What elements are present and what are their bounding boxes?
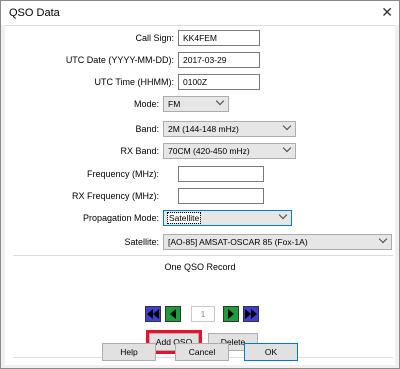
chevron-down-icon bbox=[282, 144, 292, 153]
chevron-down-icon bbox=[378, 235, 388, 244]
previous-record-icon[interactable] bbox=[165, 306, 181, 322]
rx-band-label: RX Band: bbox=[120, 146, 159, 156]
rx-band-select[interactable]: 70CM (420-450 mHz) bbox=[163, 143, 296, 159]
arrow-right-icon bbox=[251, 309, 257, 319]
next-record-icon[interactable] bbox=[223, 306, 239, 322]
rx-frequency-label: RX Frequency (MHz): bbox=[71, 191, 159, 201]
utc-time-input[interactable]: 0100Z bbox=[178, 74, 260, 90]
call-sign-input[interactable]: KK4FEM bbox=[178, 30, 260, 46]
rx-band-value: 70CM (420-450 mHz) bbox=[168, 146, 250, 156]
utc-date-label: UTC Date (YYYY-MM-DD): bbox=[65, 55, 174, 65]
chevron-down-icon bbox=[215, 97, 225, 106]
propagation-mode-select[interactable]: Satellite bbox=[163, 210, 292, 226]
arrow-right-icon bbox=[228, 309, 234, 319]
arrow-left-icon bbox=[170, 309, 176, 319]
chevron-down-icon bbox=[278, 211, 288, 220]
utc-time-label: UTC Time (HHMM): bbox=[94, 77, 175, 87]
rx-frequency-input[interactable] bbox=[178, 188, 264, 204]
mode-select[interactable]: FM bbox=[163, 96, 229, 112]
qso-data-dialog: QSO Data ✕ Call Sign: KK4FEM UTC Date (Y… bbox=[0, 0, 400, 369]
divider bbox=[13, 255, 393, 256]
record-number-field[interactable]: 1 bbox=[191, 306, 215, 322]
band-label: Band: bbox=[135, 124, 159, 134]
chevron-down-icon bbox=[282, 122, 292, 131]
help-button[interactable]: Help bbox=[102, 343, 156, 361]
propagation-mode-value: Satellite bbox=[166, 212, 202, 224]
propagation-mode-label: Propagation Mode: bbox=[82, 213, 159, 223]
window-title: QSO Data bbox=[9, 7, 60, 19]
band-select[interactable]: 2M (144-148 mHz) bbox=[163, 121, 296, 137]
call-sign-label: Call Sign: bbox=[135, 33, 174, 43]
satellite-select[interactable]: [AO-85] AMSAT-OSCAR 85 (Fox-1A) bbox=[163, 234, 392, 250]
title-bar: QSO Data ✕ bbox=[1, 1, 399, 25]
close-icon[interactable]: ✕ bbox=[381, 5, 393, 19]
band-value: 2M (144-148 mHz) bbox=[168, 124, 239, 134]
mode-value: FM bbox=[168, 99, 181, 109]
dialog-body: Call Sign: KK4FEM UTC Date (YYYY-MM-DD):… bbox=[5, 25, 395, 365]
frequency-label: Frequency (MHz): bbox=[86, 169, 159, 179]
arrow-left-icon bbox=[153, 309, 159, 319]
record-label: One QSO Record bbox=[164, 262, 236, 272]
frequency-input[interactable] bbox=[178, 166, 264, 182]
satellite-value: [AO-85] AMSAT-OSCAR 85 (Fox-1A) bbox=[168, 237, 308, 247]
cancel-button[interactable]: Cancel bbox=[175, 343, 229, 361]
mode-label: Mode: bbox=[133, 99, 159, 109]
satellite-label: Satellite: bbox=[124, 237, 159, 247]
last-record-icon[interactable] bbox=[243, 306, 259, 322]
first-record-icon[interactable] bbox=[145, 306, 161, 322]
ok-button[interactable]: OK bbox=[244, 343, 298, 361]
utc-date-input[interactable]: 2017-03-29 bbox=[178, 52, 260, 68]
